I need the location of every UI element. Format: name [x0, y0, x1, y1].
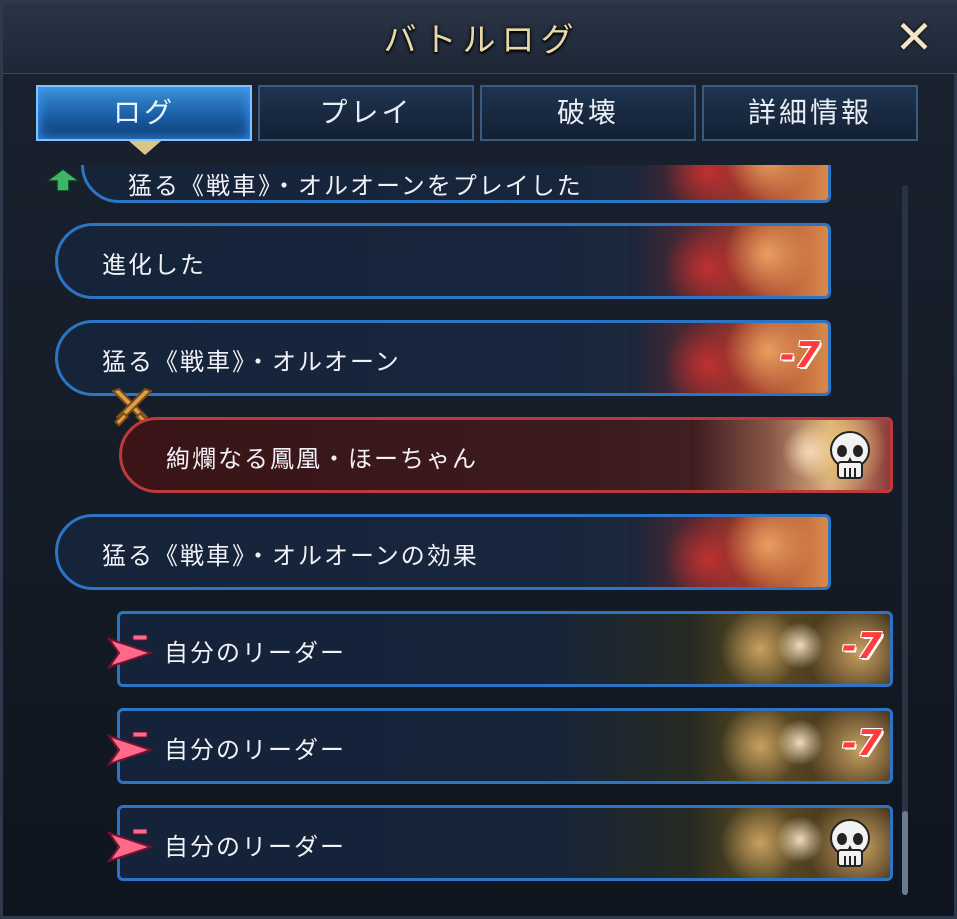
tab-bar: ログ プレイ 破壊 詳細情報 — [36, 85, 920, 143]
log-list[interactable]: 猛る《戦車》・オルオーンをプレイした 進化した 猛る《戦車》・オルオーン -7 — [39, 165, 919, 905]
title-bar: バトルログ ✕ — [3, 3, 957, 74]
entry-label: 猛る《戦車》・オルオーン — [102, 348, 401, 376]
entry-label: 進化した — [102, 251, 206, 279]
damage-value: -7 — [780, 335, 820, 376]
evolve-up-icon — [47, 169, 79, 191]
list-item[interactable]: 自分のリーダー — [117, 805, 893, 881]
entry-label: 自分のリーダー — [164, 833, 346, 861]
close-icon[interactable]: ✕ — [891, 14, 937, 61]
panel-title: バトルログ — [383, 20, 580, 59]
list-item[interactable]: 自分のリーダー -7 — [117, 708, 893, 784]
damage-arrow-icon — [107, 635, 153, 669]
damage-value: -7 — [842, 723, 882, 764]
tab-play[interactable]: プレイ — [258, 85, 474, 141]
entry-label: 自分のリーダー — [164, 736, 346, 764]
list-item[interactable]: 猛る《戦車》・オルオーン -7 — [55, 320, 831, 396]
list-item[interactable]: 猛る《戦車》・オルオーンをプレイした — [81, 165, 831, 203]
damage-arrow-icon — [107, 829, 153, 863]
scrollbar[interactable] — [902, 185, 908, 895]
skull-icon — [830, 431, 870, 479]
tab-log[interactable]: ログ — [36, 85, 252, 141]
entry-label: 猛る《戦車》・オルオーンの効果 — [102, 542, 479, 570]
card-portrait — [628, 517, 828, 587]
tab-destroy[interactable]: 破壊 — [480, 85, 696, 141]
tab-details[interactable]: 詳細情報 — [702, 85, 918, 141]
list-item[interactable]: 進化した — [55, 223, 831, 299]
damage-arrow-icon — [107, 732, 153, 766]
entry-label: 絢爛なる鳳凰・ほーちゃん — [166, 445, 478, 473]
card-portrait — [628, 165, 828, 200]
list-item[interactable]: 絢爛なる鳳凰・ほーちゃん — [119, 417, 893, 493]
damage-value: -7 — [842, 626, 882, 667]
list-item[interactable]: 自分のリーダー -7 — [117, 611, 893, 687]
entry-label: 猛る《戦車》・オルオーンをプレイした — [128, 172, 583, 200]
skull-icon — [830, 819, 870, 867]
list-item[interactable]: 猛る《戦車》・オルオーンの効果 — [55, 514, 831, 590]
battle-log-panel: バトルログ ✕ ログ プレイ 破壊 詳細情報 猛る《戦車》・オルオーンをプレイし… — [0, 0, 957, 919]
scroll-thumb[interactable] — [902, 811, 908, 895]
card-portrait — [628, 226, 828, 296]
active-tab-indicator — [129, 141, 161, 155]
entry-label: 自分のリーダー — [164, 639, 346, 667]
